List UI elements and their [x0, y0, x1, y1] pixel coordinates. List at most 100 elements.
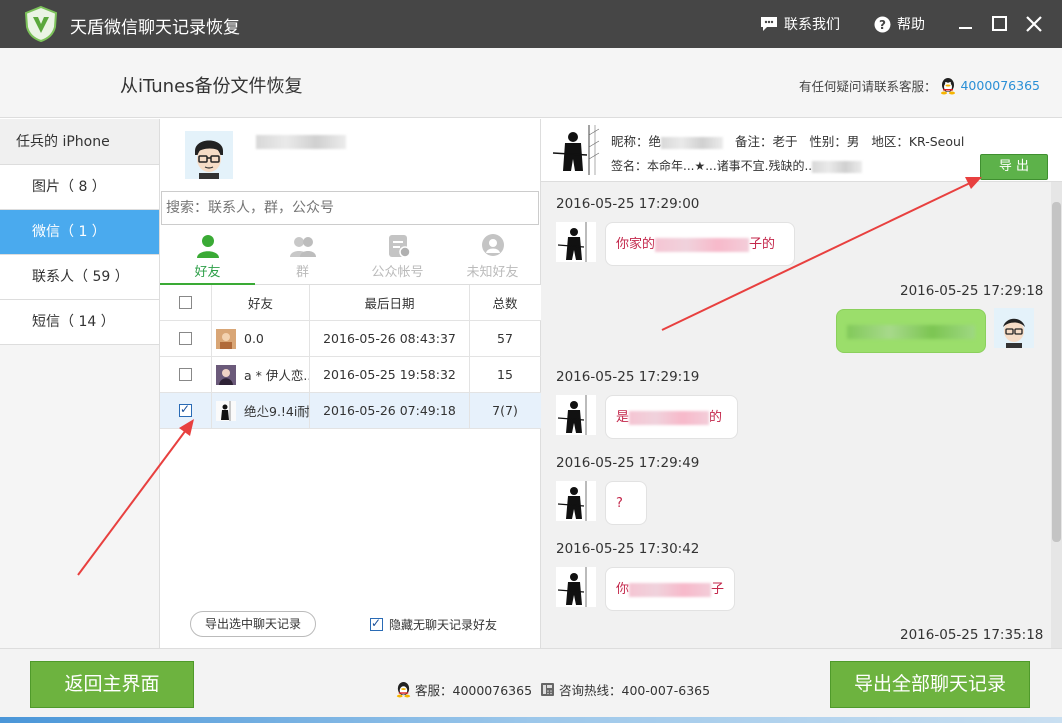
message-text-end: 子: [711, 582, 725, 597]
hide-no-chat-checkbox[interactable]: [370, 616, 383, 631]
table-row[interactable]: a * 伊人恋... 2016-05-25 19:58:32 15: [160, 356, 541, 393]
footer-bar: 返回主界面 客服：4000076365 咨询热线：400-007-6365 导出…: [0, 648, 1062, 723]
chat-bubble-icon: [761, 17, 777, 31]
contact-region: 地区：KR-Seoul: [871, 134, 965, 149]
tab-unknown-friends[interactable]: 未知好友: [445, 227, 540, 285]
hide-no-chat-label: 隐藏无聊天记录好友: [389, 618, 498, 632]
page-title: 从iTunes备份文件恢复: [120, 76, 303, 97]
contact-message-avatar: [556, 567, 596, 607]
contact-us-button[interactable]: 联系我们: [760, 14, 840, 34]
row-checkbox-cell: [160, 392, 212, 429]
export-selected-button[interactable]: 导出选中聊天记录: [190, 611, 316, 637]
sidebar-item-sms[interactable]: 短信（ 14 ）: [0, 300, 159, 345]
message-text-end: 子的: [749, 237, 776, 252]
tab-unknown-friends-label: 未知好友: [466, 265, 519, 280]
row-date: 2016-05-25 19:58:32: [310, 356, 470, 393]
message-bubble-self: [836, 309, 986, 353]
footer-service: 客服：4000076365: [396, 680, 532, 699]
contact-message-avatar: [556, 222, 596, 262]
table-row[interactable]: 0.0 2016-05-26 08:43:37 57: [160, 320, 541, 357]
row-checkbox[interactable]: [179, 402, 192, 417]
column-header-total[interactable]: 总数: [470, 285, 540, 321]
message-bubble: ?: [605, 481, 647, 525]
tab-official-accounts[interactable]: 公众帐号: [350, 227, 445, 285]
row-name-cell: a * 伊人恋...: [212, 356, 310, 393]
shield-logo-icon: [24, 5, 58, 43]
sidebar-item-wechat[interactable]: 微信（ 1 ）: [0, 210, 159, 255]
tab-friends-label: 好友: [194, 265, 221, 280]
back-to-main-button[interactable]: 返回主界面: [30, 661, 194, 708]
tab-official-accounts-label: 公众帐号: [371, 265, 424, 280]
sidebar-item-contacts[interactable]: 联系人（ 59 ）: [0, 255, 159, 300]
group-icon: [289, 237, 316, 257]
row-checkbox-cell: [160, 356, 212, 393]
table-row[interactable]: 绝尐9.!4i耐.. 2016-05-26 07:49:18 7(7): [160, 392, 541, 429]
telephone-icon: [541, 683, 554, 696]
account-header: [160, 119, 541, 191]
close-icon[interactable]: [1024, 14, 1044, 34]
export-all-button[interactable]: 导出全部聊天记录: [830, 661, 1030, 708]
chat-scrollbar-thumb[interactable]: [1052, 202, 1061, 542]
chat-scrollbar[interactable]: [1051, 182, 1062, 648]
signature-blurred: [812, 160, 863, 173]
search-input[interactable]: [161, 191, 539, 225]
message-timestamp: 2016-05-25 17:30:42: [556, 541, 700, 557]
row-checkbox[interactable]: [179, 332, 192, 345]
table-header: 好友 最后日期 总数: [160, 284, 541, 321]
friend-list-panel: 好友 群 公众帐号 未知好友 好友 最后日期 总数 0.0 2016-: [160, 119, 541, 648]
row-date: 2016-05-26 07:49:18: [310, 392, 470, 429]
contact-avatar: [551, 125, 601, 175]
friend-list-footer: 导出选中聊天记录 隐藏无聊天记录好友: [160, 606, 541, 648]
friend-avatar: [216, 364, 236, 385]
footer-hotline: 咨询热线：400-007-6365: [540, 680, 710, 699]
app-title: 天盾微信聊天记录恢复: [70, 18, 240, 38]
contact-gender: 性别：男: [809, 134, 860, 149]
select-all-cell: [160, 284, 212, 321]
export-chat-button[interactable]: 导 出: [980, 154, 1048, 180]
person-icon: [196, 235, 219, 258]
row-name-cell: 0.0: [212, 320, 310, 357]
column-header-last-date[interactable]: 最后日期: [310, 284, 470, 321]
nickname-blurred: [661, 136, 724, 149]
message-redacted: [655, 237, 750, 252]
message-text-end: 的: [709, 410, 723, 425]
maximize-icon[interactable]: [990, 14, 1010, 34]
select-all-checkbox[interactable]: [179, 296, 192, 309]
minimize-icon[interactable]: [956, 14, 976, 34]
message-text: 你家的: [616, 237, 656, 252]
contact-info: 有任何疑问请联系客服： 4000076365: [799, 76, 1040, 95]
message-redacted: [847, 324, 975, 339]
qq-penguin-icon: [941, 77, 956, 94]
signature-text: 签名：本命年...★...诸事不宜.残缺的..: [611, 159, 813, 173]
contact-message-avatar: [556, 395, 596, 435]
self-message-avatar: [994, 308, 1034, 348]
message-redacted: [629, 582, 712, 597]
message-text: 你: [616, 582, 630, 597]
svg-text:?: ?: [879, 18, 886, 32]
bottom-progress-strip: [0, 717, 1062, 723]
category-tabs: 好友 群 公众帐号 未知好友: [160, 227, 541, 286]
help-label: 帮助: [897, 17, 925, 33]
chat-panel: 昵称：绝 备注：老于 性别：男 地区：KR-Seoul 签名：本命年...★..…: [541, 119, 1062, 648]
column-header-friend[interactable]: 好友: [212, 284, 310, 321]
help-button[interactable]: ? 帮助: [874, 14, 925, 34]
tab-groups[interactable]: 群: [255, 227, 350, 285]
row-checkbox[interactable]: [179, 368, 192, 381]
friend-table: 好友 最后日期 总数 0.0 2016-05-26 08:43:37 57 a …: [160, 284, 541, 429]
row-count: 7(7): [492, 403, 518, 418]
help-icon: ?: [874, 16, 891, 32]
contact-signature: 签名：本命年...★...诸事不宜.残缺的..: [611, 157, 863, 174]
hide-no-chat-option[interactable]: 隐藏无聊天记录好友: [370, 616, 497, 633]
contact-label: 有任何疑问请联系客服：: [798, 79, 937, 94]
friend-name: 0.0: [244, 331, 264, 346]
account-avatar: [185, 131, 233, 179]
service-text: 客服：4000076365: [415, 683, 533, 698]
unknown-friend-icon: [481, 234, 504, 256]
sidebar-item-photos[interactable]: 图片（ 8 ）: [0, 165, 159, 210]
hotline-text: 咨询热线：400-007-6365: [559, 683, 711, 698]
tab-friends[interactable]: 好友: [160, 227, 255, 286]
message-redacted: [629, 410, 710, 425]
contact-qq-link[interactable]: 4000076365: [960, 78, 1040, 93]
official-account-icon: [388, 235, 411, 258]
message-timestamp: 2016-05-25 17:29:19: [556, 369, 700, 385]
